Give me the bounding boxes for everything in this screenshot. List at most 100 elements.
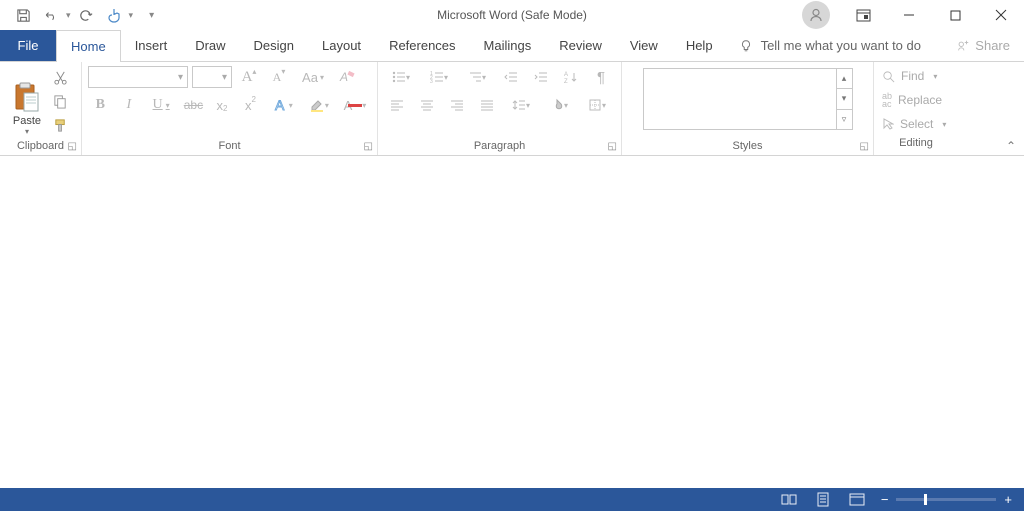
document-area[interactable] [0, 156, 1024, 488]
tab-layout[interactable]: Layout [308, 30, 375, 61]
lightbulb-icon [739, 39, 753, 53]
title-bar: ▾ ▾ ▾ Microsoft Word (Safe Mode) [0, 0, 1024, 30]
tab-help[interactable]: Help [672, 30, 727, 61]
bullets-button[interactable]: ▾ [384, 66, 418, 88]
clear-formatting-button[interactable]: A [334, 66, 360, 88]
replace-button[interactable]: abac Replace [882, 90, 950, 110]
bold-button[interactable]: B [88, 94, 113, 116]
multilevel-list-button[interactable]: ▾ [460, 66, 494, 88]
svg-text:Z: Z [564, 79, 568, 84]
align-left-icon [390, 99, 404, 111]
zoom-in-icon[interactable]: + [1004, 492, 1012, 507]
user-avatar[interactable] [802, 1, 830, 29]
group-editing: Find▾ abac Replace Select▾ Editing [874, 62, 958, 155]
gallery-up-icon[interactable]: ▴ [837, 69, 852, 89]
tell-me-placeholder: Tell me what you want to do [761, 38, 921, 53]
borders-button[interactable]: ▾ [580, 94, 614, 116]
increase-indent-icon [534, 71, 548, 83]
qat-customize-icon[interactable]: ▾ [149, 10, 154, 21]
sort-icon: AZ [564, 70, 578, 84]
gallery-down-icon[interactable]: ▾ [837, 89, 852, 109]
line-spacing-button[interactable]: ▾ [504, 94, 538, 116]
shading-icon [550, 98, 564, 112]
clipboard-launcher-icon[interactable]: ◱ [68, 141, 77, 152]
zoom-track[interactable] [896, 498, 996, 501]
underline-button[interactable]: U▾ [145, 94, 177, 116]
copy-button[interactable] [48, 90, 72, 112]
chevron-down-icon[interactable]: ▾ [66, 10, 71, 21]
italic-button[interactable]: I [117, 94, 142, 116]
group-styles: ▴ ▾ ▿ Styles◱ [622, 62, 874, 155]
numbering-icon: 123 [430, 71, 444, 83]
text-effects-button[interactable]: A▾ [267, 94, 299, 116]
highlight-button[interactable]: ▾ [303, 94, 335, 116]
ribbon-display-options-icon[interactable] [840, 0, 886, 30]
copy-icon [53, 94, 68, 109]
repeat-icon[interactable] [73, 2, 99, 28]
find-button[interactable]: Find▾ [882, 66, 950, 86]
styles-gallery[interactable]: ▴ ▾ ▿ [643, 68, 853, 130]
paste-button[interactable]: Paste ▾ [6, 66, 48, 136]
justify-icon [480, 99, 494, 111]
print-layout-button[interactable] [813, 490, 833, 510]
align-left-button[interactable] [384, 94, 410, 116]
tab-review[interactable]: Review [545, 30, 616, 61]
file-tab[interactable]: File [0, 30, 56, 61]
sort-button[interactable]: AZ [558, 66, 584, 88]
grow-font-button[interactable]: A▴ [236, 66, 262, 88]
tab-view[interactable]: View [616, 30, 672, 61]
decrease-indent-button[interactable] [498, 66, 524, 88]
format-painter-button[interactable] [48, 114, 72, 136]
ribbon-tabs: File Home Insert Draw Design Layout Refe… [0, 30, 1024, 62]
align-right-icon [450, 99, 464, 111]
change-case-button[interactable]: Aa▾ [296, 66, 330, 88]
touch-mode-icon[interactable] [101, 2, 127, 28]
close-button[interactable] [978, 0, 1024, 30]
share-button[interactable]: Share [942, 30, 1024, 61]
collapse-ribbon-icon[interactable]: ⌃ [1006, 139, 1016, 153]
decrease-indent-icon [504, 71, 518, 83]
tab-references[interactable]: References [375, 30, 469, 61]
justify-button[interactable] [474, 94, 500, 116]
show-hide-button[interactable]: ¶ [588, 66, 614, 88]
gallery-more-icon[interactable]: ▿ [837, 110, 852, 129]
shading-button[interactable]: ▾ [542, 94, 576, 116]
shrink-font-button[interactable]: A▾ [266, 66, 292, 88]
tab-mailings[interactable]: Mailings [470, 30, 546, 61]
tell-me-search[interactable]: Tell me what you want to do [727, 30, 933, 61]
align-right-button[interactable] [444, 94, 470, 116]
subscript-button[interactable]: x2 [210, 94, 235, 116]
tab-insert[interactable]: Insert [121, 30, 182, 61]
tab-design[interactable]: Design [240, 30, 308, 61]
tab-draw[interactable]: Draw [181, 30, 239, 61]
save-icon[interactable] [10, 2, 36, 28]
minimize-button[interactable] [886, 0, 932, 30]
font-color-button[interactable]: A▾ [339, 94, 371, 116]
group-font: ▾ ▾ A▴ A▾ Aa▾ A B I U▾ abc x2 x2 A▾ ▾ A▾ [82, 62, 378, 155]
highlight-icon [309, 97, 325, 113]
strikethrough-button[interactable]: abc [181, 94, 206, 116]
multilevel-list-icon [468, 71, 482, 83]
web-layout-button[interactable] [847, 490, 867, 510]
font-family-combo[interactable]: ▾ [88, 66, 188, 88]
superscript-button[interactable]: x2 [238, 94, 263, 116]
tab-home[interactable]: Home [56, 30, 121, 61]
numbering-button[interactable]: 123▾ [422, 66, 456, 88]
group-paragraph: ▾ 123▾ ▾ AZ ¶ ▾ ▾ ▾ P [378, 62, 622, 155]
read-mode-button[interactable] [779, 490, 799, 510]
undo-icon[interactable] [38, 2, 64, 28]
chevron-down-icon[interactable]: ▾ [129, 10, 134, 21]
cut-icon [53, 70, 68, 85]
format-painter-icon [53, 118, 68, 133]
maximize-button[interactable] [932, 0, 978, 30]
cut-button[interactable] [48, 66, 72, 88]
zoom-out-icon[interactable]: − [881, 492, 889, 507]
select-button[interactable]: Select▾ [882, 114, 950, 134]
paragraph-launcher-icon[interactable]: ◱ [608, 141, 617, 152]
align-center-button[interactable] [414, 94, 440, 116]
increase-indent-button[interactable] [528, 66, 554, 88]
styles-launcher-icon[interactable]: ◱ [860, 141, 869, 152]
zoom-slider[interactable]: − + [881, 492, 1012, 507]
font-size-combo[interactable]: ▾ [192, 66, 232, 88]
font-launcher-icon[interactable]: ◱ [364, 141, 373, 152]
